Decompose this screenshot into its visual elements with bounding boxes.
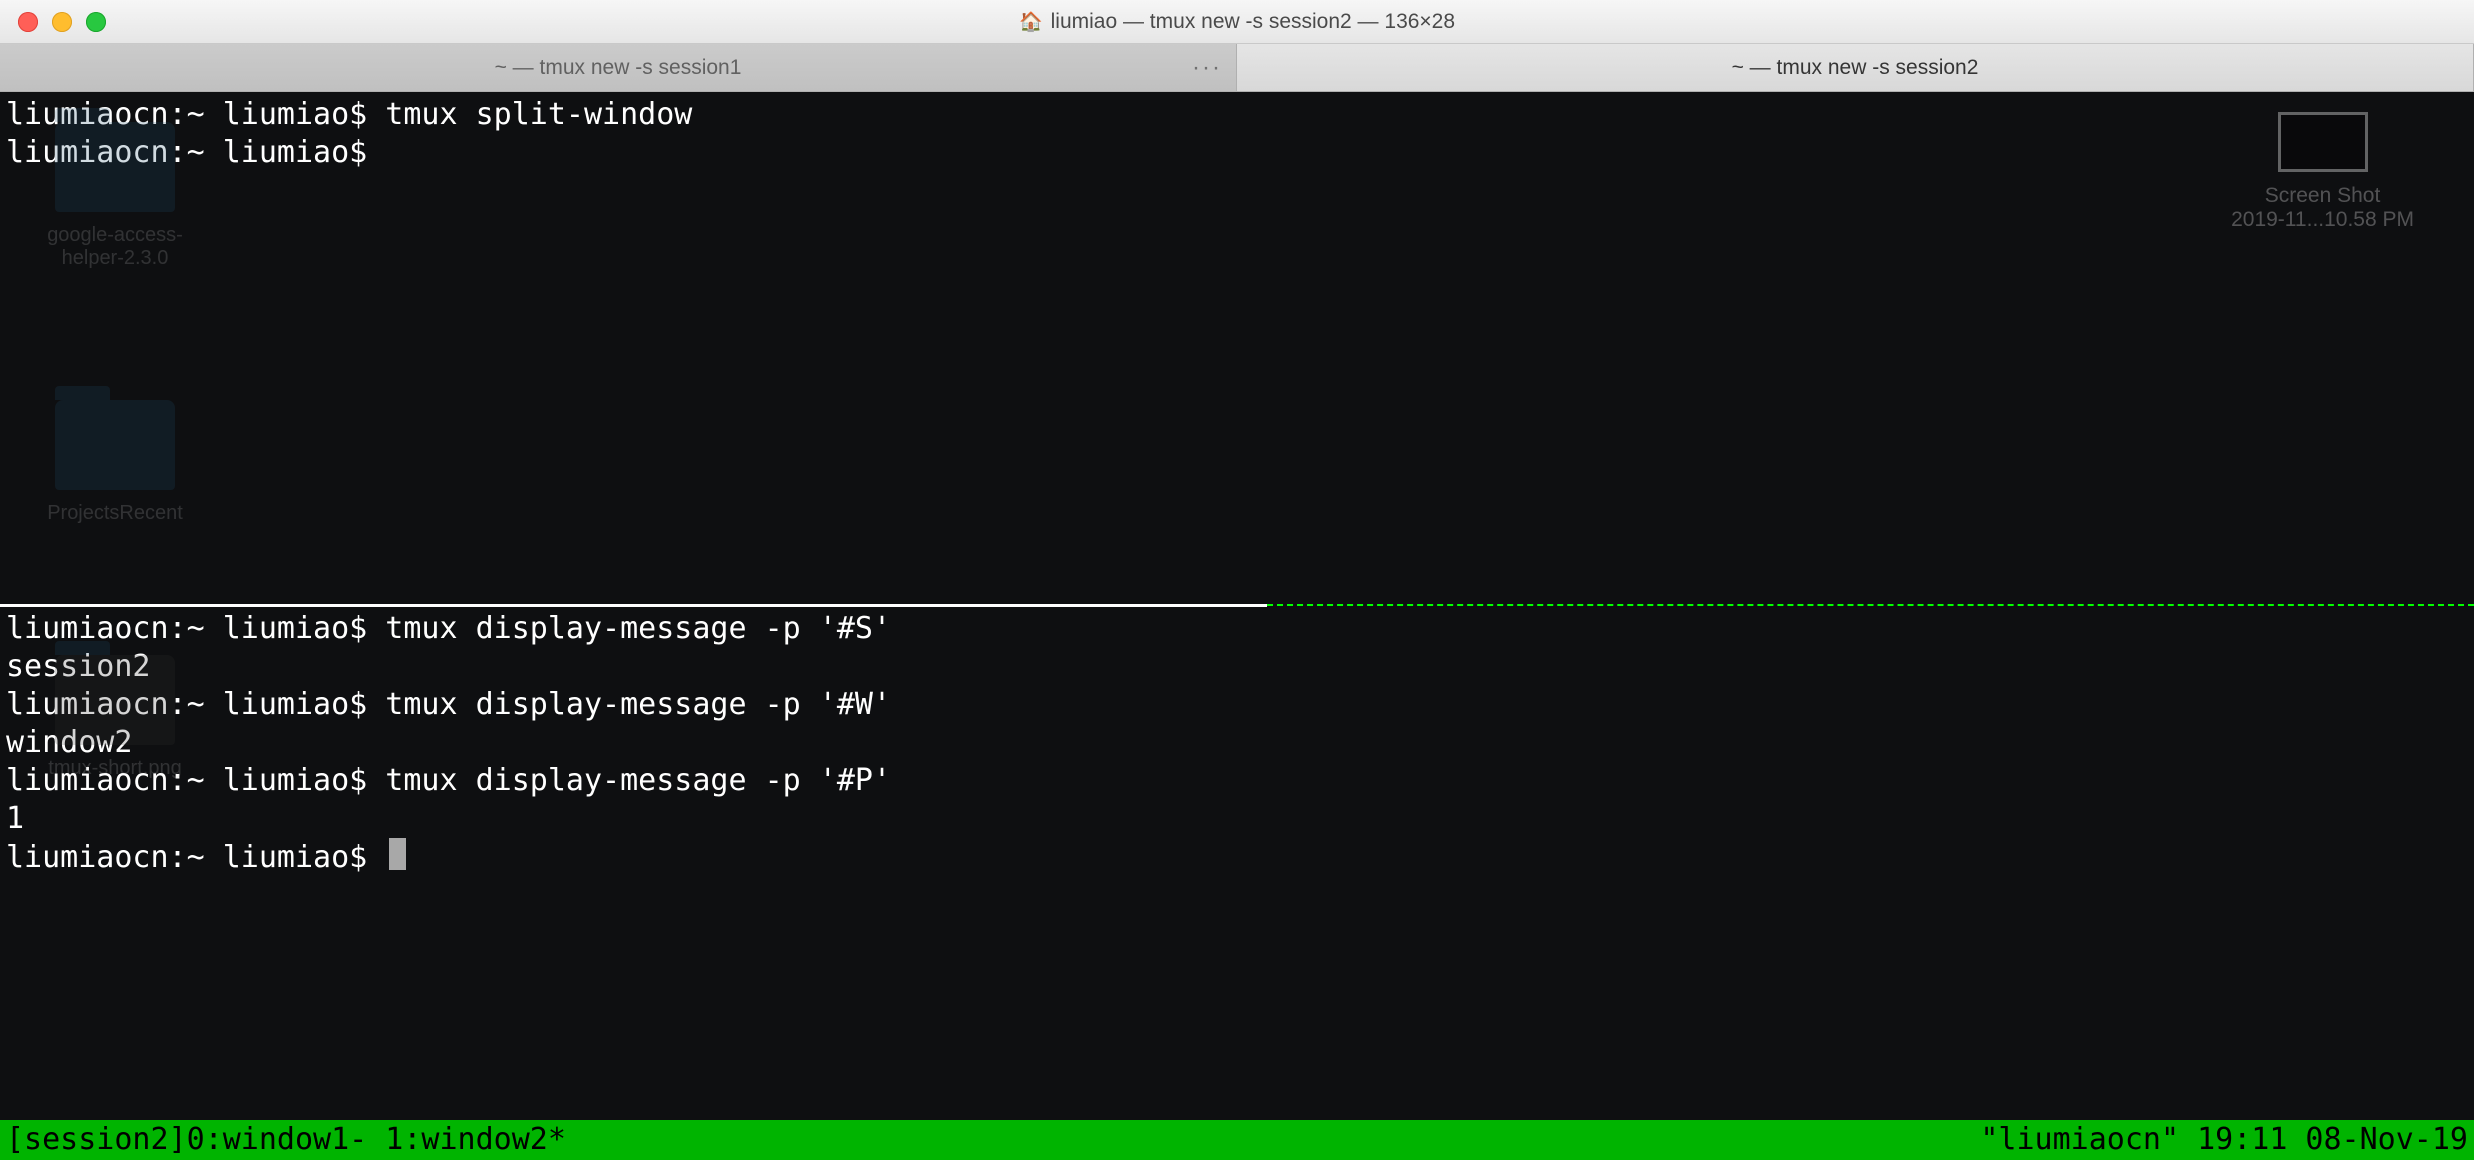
divider-inactive-segment bbox=[0, 604, 1267, 607]
tmux-pane-divider[interactable] bbox=[0, 604, 2474, 606]
cursor-block bbox=[389, 838, 406, 870]
window-title-text: liumiao — tmux new -s session2 — 136×28 bbox=[1051, 10, 1455, 34]
terminal-line: liumiaocn:~ liumiao$ bbox=[6, 135, 367, 170]
terminal-line: liumiaocn:~ liumiao$ tmux display-messag… bbox=[6, 763, 891, 798]
tmux-pane-top[interactable]: liumiaocn:~ liumiao$ tmux split-window l… bbox=[0, 92, 2474, 604]
tab-label: ~ — tmux new -s session1 bbox=[495, 56, 742, 80]
terminal-line: liumiaocn:~ liumiao$ tmux display-messag… bbox=[6, 611, 891, 646]
window-titlebar: 🏠 liumiao — tmux new -s session2 — 136×2… bbox=[0, 0, 2474, 44]
terminal-line: liumiaocn:~ liumiao$ bbox=[6, 840, 385, 875]
tab-label: ~ — tmux new -s session2 bbox=[1732, 56, 1979, 80]
terminal-area[interactable]: google-access- helper-2.3.0 ProjectsRece… bbox=[0, 92, 2474, 1160]
status-right: "liumiaocn" 19:11 08-Nov-19 bbox=[1980, 1120, 2468, 1160]
window-title: 🏠 liumiao — tmux new -s session2 — 136×2… bbox=[0, 10, 2474, 34]
tab-session1[interactable]: ~ — tmux new -s session1 ··· bbox=[0, 44, 1237, 91]
terminal-line: session2 bbox=[6, 649, 151, 684]
tmux-status-bar: [session2]0:window1- 1:window2* "liumiao… bbox=[0, 1120, 2474, 1160]
tmux-pane-bottom[interactable]: liumiaocn:~ liumiao$ tmux display-messag… bbox=[0, 606, 2474, 1076]
terminal-line: liumiaocn:~ liumiao$ tmux split-window bbox=[6, 97, 692, 132]
tab-session2[interactable]: ~ — tmux new -s session2 bbox=[1237, 44, 2474, 91]
terminal-tab-bar: ~ — tmux new -s session1 ··· ~ — tmux ne… bbox=[0, 44, 2474, 92]
home-icon: 🏠 bbox=[1019, 10, 1043, 34]
terminal-line: window2 bbox=[6, 725, 132, 760]
terminal-line: 1 bbox=[6, 801, 24, 836]
divider-active-segment bbox=[1267, 604, 2474, 606]
terminal-line: liumiaocn:~ liumiao$ tmux display-messag… bbox=[6, 687, 891, 722]
tab-overflow-icon[interactable]: ··· bbox=[1192, 54, 1222, 82]
status-left: [session2]0:window1- 1:window2* bbox=[6, 1120, 566, 1160]
